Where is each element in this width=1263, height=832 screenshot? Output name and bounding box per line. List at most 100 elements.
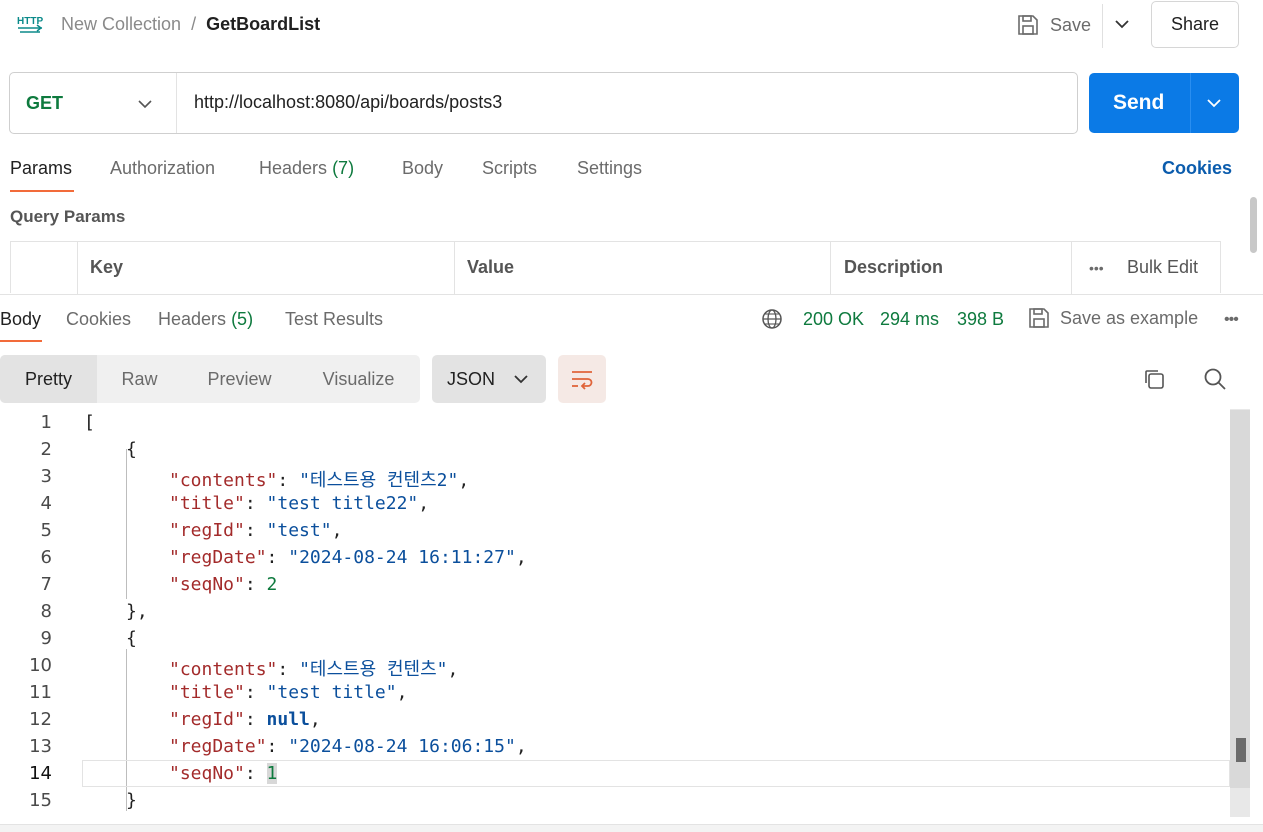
response-tab-cookies[interactable]: Cookies: [66, 309, 131, 330]
save-as-example-button[interactable]: Save as example: [1028, 306, 1198, 330]
tab-body[interactable]: Body: [402, 158, 443, 179]
view-raw[interactable]: Raw: [97, 355, 182, 403]
response-tab-test-results[interactable]: Test Results: [285, 309, 383, 330]
active-tab-indicator: [10, 190, 74, 192]
line-number: 7: [40, 574, 52, 595]
response-tab-body[interactable]: Body: [0, 309, 41, 330]
format-label: JSON: [447, 369, 496, 389]
breadcrumb-separator: /: [191, 14, 197, 34]
tab-params[interactable]: Params: [10, 158, 72, 179]
code-line: 4 "title": "test title22",: [0, 490, 1230, 517]
json-key: "regDate": [169, 736, 267, 757]
json-comma: ,: [396, 682, 408, 703]
json-string: "2024-08-24 16:11:27": [288, 547, 516, 568]
editor-scroll-marker: [1236, 738, 1246, 762]
editor-scrollbar-thumb[interactable]: [1230, 410, 1250, 788]
view-visualize[interactable]: Visualize: [297, 355, 420, 403]
json-comma: ,: [515, 547, 527, 568]
line-number: 11: [29, 682, 52, 703]
code-line: 1 [: [0, 409, 1230, 436]
tab-scripts[interactable]: Scripts: [482, 158, 537, 179]
value-header: Value: [467, 257, 515, 277]
bulk-edit-button[interactable]: Bulk Edit: [1127, 257, 1198, 278]
view-pretty[interactable]: Pretty: [0, 355, 97, 403]
code-text: "title": "test title",: [169, 682, 407, 703]
http-icon: HTTP: [17, 16, 43, 33]
share-button[interactable]: Share: [1151, 1, 1239, 48]
code-text: {: [126, 628, 137, 649]
line-number: 3: [40, 466, 52, 487]
wrap-lines-button[interactable]: [558, 355, 606, 403]
code-line: 11 "title": "test title",: [0, 679, 1230, 706]
tab-headers-label: Headers: [259, 158, 328, 178]
save-divider: [1102, 4, 1103, 48]
tab-authorization[interactable]: Authorization: [110, 158, 215, 179]
line-number: 5: [40, 520, 52, 541]
response-tab-headers[interactable]: Headers (5): [158, 309, 253, 330]
response-size[interactable]: 398 B: [957, 309, 1004, 330]
pane-divider[interactable]: [0, 294, 1263, 295]
chevron-down-icon[interactable]: [1205, 94, 1223, 112]
search-icon[interactable]: [1203, 367, 1227, 391]
line-number: 15: [29, 790, 52, 811]
json-colon: :: [244, 493, 267, 514]
copy-icon[interactable]: [1142, 367, 1166, 391]
more-icon[interactable]: •••: [1089, 260, 1104, 276]
json-key: "title": [169, 682, 245, 703]
code-text: "regId": null,: [169, 709, 321, 730]
status-code[interactable]: 200 OK: [803, 309, 864, 330]
chevron-down-icon[interactable]: [1112, 14, 1132, 34]
code-text: "contents": "테스트용 컨텐츠",: [169, 655, 458, 681]
more-icon[interactable]: •••: [1224, 311, 1239, 329]
code-line: 15 }: [0, 787, 1230, 814]
json-string: "test title22": [266, 493, 419, 514]
json-colon: :: [244, 682, 267, 703]
chevron-down-icon[interactable]: [136, 95, 154, 113]
json-key: "seqNo": [169, 574, 245, 595]
save-label: Save: [1050, 14, 1092, 35]
code-line: 3 "contents": "테스트용 컨텐츠2",: [0, 463, 1230, 491]
globe-icon[interactable]: [761, 308, 783, 330]
json-key: "title": [169, 493, 245, 514]
line-number: 10: [29, 655, 52, 676]
url-input[interactable]: [194, 92, 1054, 113]
code-line: 13 "regDate": "2024-08-24 16:06:15",: [0, 733, 1230, 760]
breadcrumb-collection[interactable]: New Collection: [61, 14, 181, 35]
json-key: "regId": [169, 709, 245, 730]
json-comma: ,: [447, 659, 459, 680]
tab-headers[interactable]: Headers (7): [259, 158, 354, 179]
method-select[interactable]: GET: [26, 93, 63, 114]
json-string: "테스트용 컨텐츠": [299, 659, 448, 680]
tab-settings[interactable]: Settings: [577, 158, 642, 179]
format-select[interactable]: JSON: [432, 355, 546, 403]
code-line: 6 "regDate": "2024-08-24 16:11:27",: [0, 544, 1230, 571]
json-colon: :: [244, 520, 267, 541]
svg-text:HTTP: HTTP: [17, 16, 43, 27]
save-button[interactable]: Save: [1016, 10, 1091, 40]
cookies-link[interactable]: Cookies: [1162, 158, 1232, 179]
json-colon: :: [266, 736, 289, 757]
json-null: null: [266, 709, 310, 730]
request-tabs: Params Authorization Headers (7) Body Sc…: [0, 150, 1263, 194]
json-comma: ,: [418, 493, 430, 514]
send-label: Send: [1113, 91, 1165, 114]
json-comma: ,: [515, 736, 527, 757]
response-time[interactable]: 294 ms: [880, 309, 939, 330]
breadcrumb-request-name[interactable]: GetBoardList: [206, 14, 320, 35]
json-comma: ,: [309, 709, 321, 730]
code-line: 2 {: [0, 436, 1230, 463]
url-bar: GET: [9, 72, 1078, 134]
json-colon: :: [244, 574, 267, 595]
active-response-tab-indicator: [0, 340, 42, 342]
json-string: "2024-08-24 16:06:15": [288, 736, 516, 757]
code-line: 12 "regId": null,: [0, 706, 1230, 733]
send-divider: [1190, 73, 1191, 133]
request-scrollbar[interactable]: [1250, 197, 1257, 253]
code-text: "regDate": "2024-08-24 16:06:15",: [169, 736, 527, 757]
code-line: 9 {: [0, 625, 1230, 652]
top-bar: HTTP New Collection / GetBoardList Save …: [0, 0, 1263, 52]
json-key: "contents": [169, 659, 278, 680]
send-button[interactable]: Send: [1089, 73, 1239, 133]
checkbox-column: [11, 242, 78, 294]
view-preview[interactable]: Preview: [182, 355, 297, 403]
